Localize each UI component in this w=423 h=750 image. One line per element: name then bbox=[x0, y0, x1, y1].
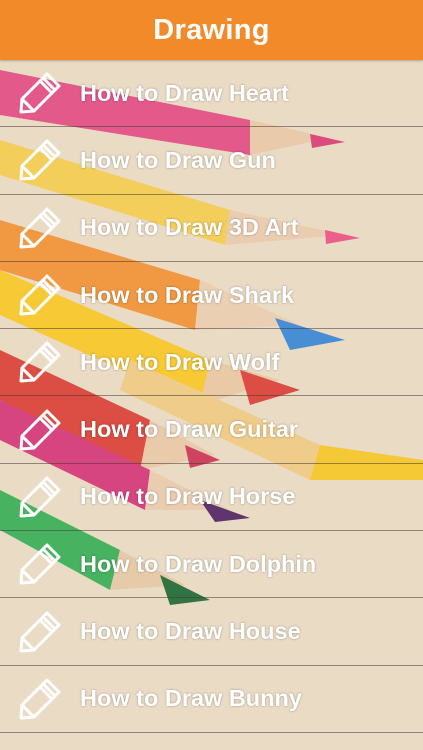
pencil-icon bbox=[17, 609, 63, 655]
list-item[interactable]: How to Draw Heart bbox=[0, 60, 423, 128]
list-item[interactable]: How to Draw Bunny bbox=[0, 666, 423, 733]
list-item-label: How to Draw Horse bbox=[80, 483, 296, 510]
pencil-icon bbox=[17, 407, 63, 453]
list-item[interactable]: How to Draw Horse bbox=[0, 464, 423, 532]
list-item-label: How to Draw 3D Art bbox=[80, 214, 299, 241]
pencil-icon bbox=[17, 339, 63, 385]
pencil-icon bbox=[17, 70, 63, 116]
list-item[interactable]: How to Draw Shark bbox=[0, 262, 423, 330]
list-item-label: How to Draw Heart bbox=[80, 79, 289, 106]
list-item-label: How to Draw Wolf bbox=[80, 348, 280, 375]
list-item[interactable]: How to Draw 3D Art bbox=[0, 195, 423, 262]
list-item-label: How to Draw Bunny bbox=[80, 685, 302, 712]
page-title: Drawing bbox=[153, 13, 270, 46]
pencil-icon bbox=[17, 541, 63, 587]
pencil-icon bbox=[17, 137, 63, 183]
pencil-icon bbox=[17, 474, 63, 520]
list-item-label: How to Draw Shark bbox=[80, 281, 295, 308]
list-item[interactable]: How to Draw Dolphin bbox=[0, 531, 423, 599]
pencil-icon bbox=[17, 272, 63, 318]
list-item-label: How to Draw House bbox=[80, 618, 301, 645]
list-item[interactable]: How to Draw Gun bbox=[0, 127, 423, 195]
pencil-icon bbox=[17, 676, 63, 722]
list-item[interactable]: How to Draw House bbox=[0, 598, 423, 666]
app-header: Drawing bbox=[0, 0, 423, 60]
pencil-icon bbox=[17, 205, 63, 251]
list-item[interactable]: How to Draw Wolf bbox=[0, 329, 423, 397]
list-item[interactable]: How to Draw Guitar bbox=[0, 396, 423, 464]
list-item-label: How to Draw Guitar bbox=[80, 416, 299, 443]
drawing-list: How to Draw Heart How to Draw Gun How to… bbox=[0, 60, 423, 733]
list-item-label: How to Draw Dolphin bbox=[80, 550, 317, 577]
list-item-label: How to Draw Gun bbox=[80, 146, 276, 173]
